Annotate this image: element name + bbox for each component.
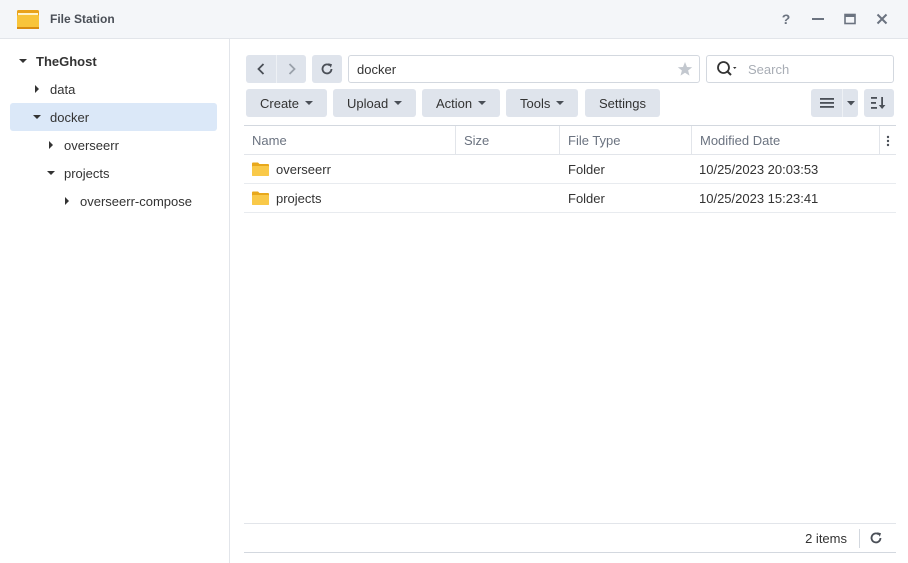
tree-item-docker[interactable]: docker	[10, 103, 217, 131]
action-label: Action	[436, 95, 473, 111]
tree-item-label: overseerr-compose	[80, 193, 192, 209]
history-nav	[246, 55, 306, 83]
chevron-right-icon[interactable]	[30, 82, 44, 96]
modified-cell: 10/25/2023 20:03:53	[699, 161, 819, 177]
tree-item-label: overseerr	[64, 137, 119, 153]
view-mode-dropdown[interactable]	[842, 89, 858, 117]
upload-label: Upload	[347, 95, 389, 111]
title-bar: File Station ?	[0, 0, 908, 39]
file-name: projects	[276, 190, 322, 206]
chevron-down-icon[interactable]	[30, 110, 44, 124]
column-header-name[interactable]: Name	[244, 126, 456, 155]
minimize-icon[interactable]	[809, 10, 827, 28]
back-button[interactable]	[246, 55, 276, 83]
tree-item-theghost[interactable]: TheGhost	[16, 47, 216, 75]
item-count: 2 items	[805, 531, 847, 546]
folder-icon	[252, 162, 269, 176]
tree-item-label: TheGhost	[36, 53, 97, 69]
tree-item-label: projects	[64, 165, 110, 181]
close-icon[interactable]	[873, 10, 891, 28]
settings-button[interactable]: Settings	[585, 89, 660, 117]
chevron-right-icon[interactable]	[44, 138, 58, 152]
status-bar: 2 items	[244, 523, 896, 553]
caret-down-icon	[846, 100, 855, 105]
chevron-down-icon[interactable]	[16, 54, 30, 68]
tree-item-projects[interactable]: projects	[44, 159, 216, 187]
view-mode-group	[811, 89, 858, 117]
tree-item-data[interactable]: data	[30, 75, 216, 103]
search-input[interactable]	[748, 61, 888, 77]
modified-cell: 10/25/2023 15:23:41	[699, 190, 819, 206]
column-header-size[interactable]: Size	[456, 126, 560, 155]
size-cell	[464, 155, 560, 183]
window-title: File Station	[50, 12, 115, 26]
chevron-right-icon	[288, 63, 296, 75]
forward-button[interactable]	[276, 55, 306, 83]
star-icon[interactable]	[677, 61, 693, 77]
type-cell: Folder	[568, 190, 605, 206]
tree-item-label: docker	[50, 109, 90, 125]
create-button[interactable]: Create	[246, 89, 328, 117]
name-cell: overseerr	[252, 155, 456, 183]
caret-down-icon	[305, 101, 314, 105]
create-label: Create	[260, 95, 300, 111]
search-icon[interactable]	[716, 60, 742, 78]
refresh-button[interactable]	[312, 55, 342, 83]
refresh-icon	[321, 63, 333, 75]
column-header-modified-date[interactable]: Modified Date	[692, 126, 880, 155]
current-path: docker	[357, 61, 397, 77]
sort-icon	[871, 97, 886, 109]
path-field[interactable]: docker	[348, 55, 700, 83]
tree-item-overseerr-compose[interactable]: overseerr-compose	[60, 187, 216, 215]
name-cell: projects	[252, 184, 456, 212]
type-cell: Folder	[568, 161, 605, 177]
size-cell	[464, 184, 560, 212]
upload-button[interactable]: Upload	[333, 89, 417, 117]
list-view-icon	[819, 98, 834, 108]
chevron-right-icon[interactable]	[60, 194, 74, 208]
maximize-icon[interactable]	[841, 10, 859, 28]
chevron-left-icon	[257, 63, 265, 75]
table-row[interactable]: overseerr Folder 10/25/2023 20:03:53	[244, 155, 896, 184]
column-menu-icon[interactable]	[880, 126, 896, 155]
caret-down-icon	[394, 101, 403, 105]
file-name: overseerr	[276, 161, 331, 177]
help-icon[interactable]: ?	[777, 10, 795, 28]
sort-button[interactable]	[864, 89, 894, 117]
caret-down-icon	[556, 101, 565, 105]
chevron-down-icon[interactable]	[44, 166, 58, 180]
action-button[interactable]: Action	[422, 89, 501, 117]
caret-down-icon	[478, 101, 487, 105]
table-row[interactable]: projects Folder 10/25/2023 15:23:41	[244, 184, 896, 213]
tools-button[interactable]: Tools	[506, 89, 579, 117]
file-station-app-icon	[17, 10, 39, 29]
tree-item-overseerr[interactable]: overseerr	[44, 131, 216, 159]
list-view-button[interactable]	[811, 89, 842, 117]
tools-label: Tools	[520, 95, 551, 111]
search-field[interactable]	[706, 55, 894, 83]
column-header-file-type[interactable]: File Type	[560, 126, 692, 155]
tree-item-label: data	[50, 81, 76, 97]
divider	[859, 529, 860, 548]
settings-label: Settings	[599, 95, 646, 111]
file-list-header: Name Size File Type Modified Date	[244, 125, 896, 155]
refresh-icon[interactable]	[868, 530, 884, 546]
file-list: Name Size File Type Modified Date overse…	[244, 125, 896, 213]
folder-icon	[252, 191, 269, 205]
folder-tree-panel: TheGhost data docker overseerr projects …	[0, 39, 230, 563]
